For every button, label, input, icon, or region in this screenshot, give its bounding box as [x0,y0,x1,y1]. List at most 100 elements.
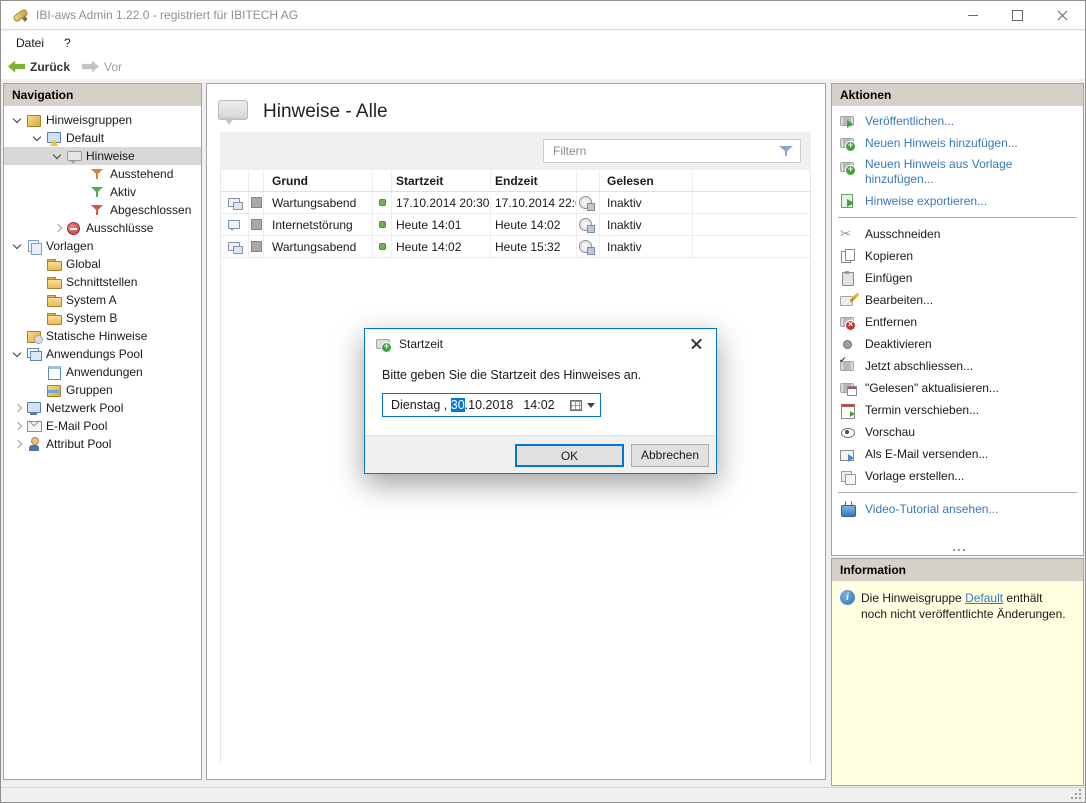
column-header-gelesen[interactable]: Gelesen [600,170,693,191]
column-header-endzeit[interactable]: Endzeit [491,170,577,191]
table-row[interactable]: Wartungsabend Heute 14:02 Heute 15:32 In… [221,236,810,258]
sidebar-item-hinweisgruppen[interactable]: Hinweisgruppen [4,111,201,129]
funnel-red-icon [90,202,107,218]
window-icon [46,364,63,380]
page-title: Hinweise - Alle [263,101,388,123]
action-vorlage-erstellen[interactable]: Vorlage erstellen... [832,465,1083,487]
sidebar-item-ausschluesse[interactable]: Ausschlüsse [4,219,201,237]
cancel-button[interactable]: Abbrechen [631,444,709,467]
edit-icon [839,292,858,308]
action-vorschau[interactable]: Vorschau [832,421,1083,443]
sidebar-item-schnittstellen[interactable]: Schnittstellen [4,273,201,291]
sidebar-item-abgeschlossen[interactable]: Abgeschlossen [4,201,201,219]
date-selected-segment[interactable]: 30 [451,398,465,412]
maximize-button[interactable] [995,1,1040,29]
action-hinweis-aus-vorlage[interactable]: Neuen Hinweis aus Vorlage hinzufügen... [832,154,1083,190]
sidebar-item-system-a[interactable]: System A [4,291,201,309]
action-hinweise-exportieren[interactable]: Hinweise exportieren... [832,190,1083,212]
action-als-email-versenden[interactable]: Als E-Mail versenden... [832,443,1083,465]
filter-funnel-icon[interactable] [778,144,794,158]
person-icon [26,436,43,452]
sidebar-item-anwendungen[interactable]: Anwendungen [4,363,201,381]
filter-input[interactable] [544,144,778,158]
sidebar-item-statische-hinweise[interactable]: Statische Hinweise [4,327,201,345]
chevron-down-icon[interactable] [10,347,26,361]
default-group-link[interactable]: Default [965,591,1003,605]
action-gelesen-aktualisieren[interactable]: "Gelesen" aktualisieren... [832,377,1083,399]
calendar-icon [839,402,858,418]
chevron-down-icon[interactable] [50,149,66,163]
folder-icon [46,256,63,272]
minus-circle-icon [66,220,83,236]
action-ausschneiden[interactable]: Ausschneiden [832,223,1083,245]
gelesen-clock-icon [579,218,594,232]
date-text-after: .10.2018 [465,398,514,412]
back-button[interactable]: Zurück [8,60,70,74]
calendar-grid-icon [570,400,582,411]
sidebar-item-email-pool[interactable]: E-Mail Pool [4,417,201,435]
sidebar-item-system-b[interactable]: System B [4,309,201,327]
chevron-placeholder [74,185,90,199]
action-entfernen[interactable]: Entfernen [832,311,1083,333]
chevron-right-icon[interactable] [10,401,26,415]
action-jetzt-abschliessen[interactable]: Jetzt abschliessen... [832,355,1083,377]
action-deaktivieren[interactable]: Deaktivieren [832,333,1083,355]
header-icon-col [221,170,249,191]
network-monitor-icon [26,400,43,416]
dialog-message: Bitte geben Sie die Startzeit des Hinwei… [365,358,716,382]
dropdown-arrow-icon [587,403,595,412]
send-mail-icon [839,446,858,462]
chevron-right-icon[interactable] [10,437,26,451]
table-row[interactable]: Internetstörung Heute 14:01 Heute 14:02 … [221,214,810,236]
ok-button[interactable]: OK [515,444,624,467]
gelesen-clock-icon [579,240,594,254]
chevron-down-icon[interactable] [30,131,46,145]
page-title-row: Hinweise - Alle [216,97,388,127]
action-veroeffentlichen[interactable]: Veröffentlichen... [832,110,1083,132]
action-kopieren[interactable]: Kopieren [832,245,1083,267]
action-einfuegen[interactable]: Einfügen [832,267,1083,289]
sidebar-item-gruppen[interactable]: Gruppen [4,381,201,399]
sidebar-item-anwendungs-pool[interactable]: Anwendungs Pool [4,345,201,363]
header-spacer [693,170,810,191]
mail-icon [26,418,43,434]
menu-datei[interactable]: Datei [6,36,54,50]
forward-button[interactable]: Vor [82,60,122,74]
remove-icon [839,314,858,330]
splitter-handle[interactable] [832,546,1083,554]
minimize-button[interactable] [950,1,995,29]
hinweis-bubble-icon [227,218,243,232]
chevron-down-icon[interactable] [10,113,26,127]
action-bearbeiten[interactable]: Bearbeiten... [832,289,1083,311]
sidebar-item-global[interactable]: Global [4,255,201,273]
close-button[interactable] [1040,1,1085,29]
table-row[interactable]: Wartungsabend 17.10.2014 20:30 17.10.201… [221,192,810,214]
scissors-icon [839,226,858,242]
sidebar-item-default[interactable]: Default [4,129,201,147]
cell-gelesen: Inaktiv [600,192,693,213]
sidebar-item-hinweise[interactable]: Hinweise [4,147,201,165]
datetime-picker[interactable]: Dienstag , 30.10.201814:02 [382,393,601,417]
chevron-right-icon[interactable] [10,419,26,433]
picker-dropdown[interactable] [570,399,595,412]
dialog-close-icon[interactable] [686,334,708,354]
sidebar-item-vorlagen[interactable]: Vorlagen [4,237,201,255]
action-neuer-hinweis[interactable]: Neuen Hinweis hinzufügen... [832,132,1083,154]
cell-grund: Wartungsabend [264,192,373,213]
column-header-startzeit[interactable]: Startzeit [392,170,491,191]
row-spacer [693,192,810,213]
action-termin-verschieben[interactable]: Termin verschieben... [832,399,1083,421]
action-video-tutorial[interactable]: Video-Tutorial ansehen... [832,498,1083,520]
column-header-grund[interactable]: Grund [264,170,373,191]
resize-grip[interactable] [1071,789,1082,800]
chevron-right-icon[interactable] [50,221,66,235]
cell-startzeit: Heute 14:02 [392,236,491,257]
paste-icon [839,270,858,286]
sidebar-item-ausstehend[interactable]: Ausstehend [4,165,201,183]
sidebar-item-aktiv[interactable]: Aktiv [4,183,201,201]
color-swatch [251,197,262,208]
chevron-down-icon[interactable] [10,239,26,253]
actions-header: Aktionen [832,84,1083,106]
menu-help[interactable]: ? [54,36,81,50]
sidebar-item-attribut-pool[interactable]: Attribut Pool [4,435,201,453]
